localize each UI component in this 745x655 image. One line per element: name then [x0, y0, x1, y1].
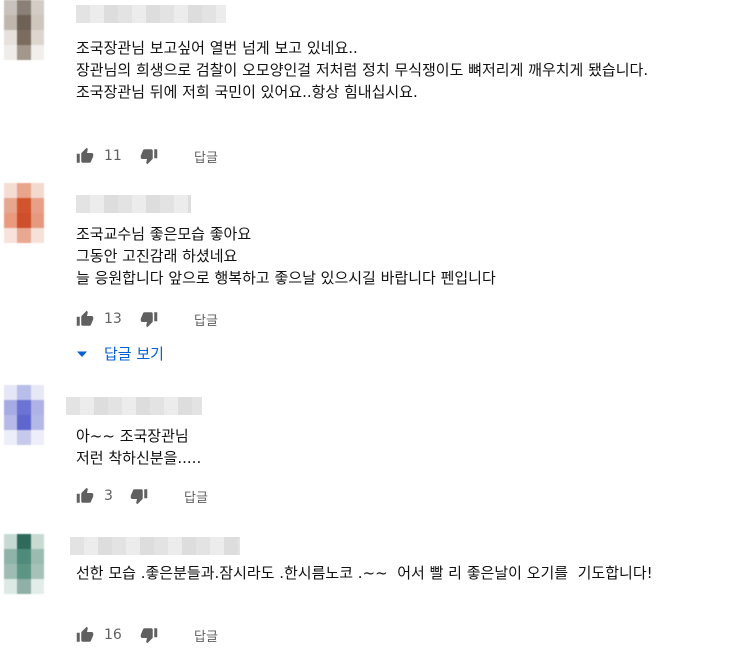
thumbs-down-icon[interactable] [130, 487, 148, 505]
avatar-pixel [30, 549, 44, 564]
avatar-pixel [4, 415, 18, 430]
avatar-pixel [17, 213, 31, 228]
avatar-pixel [17, 430, 31, 445]
avatar-pixel [30, 579, 44, 594]
avatar[interactable] [4, 385, 44, 445]
comment-actions: 16 답글 [76, 625, 218, 645]
author-name[interactable] [76, 5, 226, 23]
avatar-pixel [4, 400, 18, 415]
comment-actions: 3 답글 [76, 486, 208, 506]
like-count: 3 [104, 488, 113, 504]
avatar-pixel [4, 213, 18, 228]
avatar-pixel [30, 400, 44, 415]
avatar-pixel [30, 430, 44, 445]
author-name[interactable] [70, 537, 240, 555]
reply-button[interactable]: 답글 [194, 626, 218, 645]
comment-text: 선한 모습 .좋은분들과.잠시라도 .한시름노코 .~~ 어서 빨 리 좋은날이… [76, 564, 653, 582]
avatar-pixel [30, 228, 44, 243]
comment-text: 조국교수님 좋은모습 좋아요 그동안 고진감래 하셨네요 늘 응원합니다 앞으로… [76, 225, 496, 287]
avatar-pixel [17, 15, 31, 30]
avatar-pixel [30, 15, 44, 30]
avatar-pixel [30, 564, 44, 579]
view-replies-label: 답글 보기 [104, 345, 164, 363]
avatar-pixel [30, 0, 44, 15]
like-count: 13 [104, 311, 122, 327]
avatar-pixel [17, 564, 31, 579]
comment-actions: 13 답글 [76, 309, 218, 329]
avatar-pixel [4, 579, 18, 594]
thumbs-down-icon[interactable] [140, 310, 158, 328]
view-replies-button[interactable]: 답글 보기 [76, 343, 164, 364]
avatar-pixel [30, 385, 44, 400]
avatar-pixel [4, 228, 18, 243]
avatar-pixel [30, 45, 44, 60]
reply-button[interactable]: 답글 [184, 487, 208, 506]
avatar-pixel [4, 30, 18, 45]
avatar-pixel [30, 198, 44, 213]
avatar-pixel [4, 198, 18, 213]
thumbs-up-icon[interactable] [76, 147, 94, 165]
avatar-pixel [4, 15, 18, 30]
thumbs-up-icon[interactable] [76, 487, 94, 505]
avatar-pixel [30, 415, 44, 430]
avatar-pixel [17, 45, 31, 60]
avatar-pixel [4, 183, 18, 198]
avatar-pixel [17, 30, 31, 45]
reply-button[interactable]: 답글 [194, 147, 218, 166]
avatar-pixel [17, 534, 31, 549]
avatar-pixel [4, 534, 18, 549]
avatar-pixel [17, 228, 31, 243]
avatar[interactable] [4, 0, 44, 60]
like-count: 11 [104, 148, 122, 164]
avatar-pixel [4, 430, 18, 445]
avatar-pixel [17, 183, 31, 198]
thumbs-up-icon[interactable] [76, 626, 94, 644]
thumbs-down-icon[interactable] [140, 147, 158, 165]
reply-button[interactable]: 답글 [194, 310, 218, 329]
comment-actions: 11 답글 [76, 146, 218, 166]
comment-text: 아~~ 조국장관님 저런 착하신분을..... [76, 427, 202, 467]
avatar-pixel [4, 564, 18, 579]
avatar-pixel [30, 183, 44, 198]
avatar-pixel [17, 415, 31, 430]
avatar-pixel [30, 30, 44, 45]
avatar-pixel [17, 385, 31, 400]
avatar-pixel [4, 0, 18, 15]
thumbs-down-icon[interactable] [140, 626, 158, 644]
avatar-pixel [4, 549, 18, 564]
avatar-pixel [17, 0, 31, 15]
avatar-pixel [17, 400, 31, 415]
avatar-pixel [30, 534, 44, 549]
avatar-pixel [17, 579, 31, 594]
author-name[interactable] [76, 195, 191, 213]
like-count: 16 [104, 627, 122, 643]
avatar-pixel [30, 213, 44, 228]
comment-text: 조국장관님 보고싶어 열번 넘게 보고 있네요.. 장관님의 희생으로 검찰이 … [76, 39, 649, 101]
author-name[interactable] [66, 397, 202, 415]
avatar[interactable] [4, 183, 44, 243]
thumbs-up-icon[interactable] [76, 310, 94, 328]
avatar-pixel [4, 45, 18, 60]
caret-down-icon [77, 351, 87, 357]
avatar-pixel [17, 549, 31, 564]
avatar[interactable] [4, 534, 44, 594]
avatar-pixel [17, 198, 31, 213]
avatar-pixel [4, 385, 18, 400]
